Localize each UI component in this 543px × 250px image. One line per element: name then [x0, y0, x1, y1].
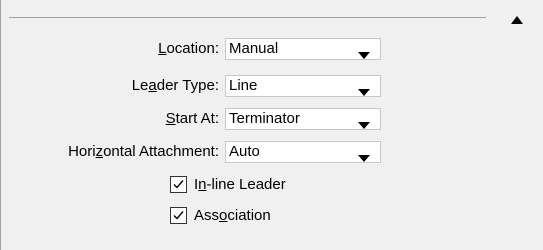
horizontal-attachment-value: Auto	[229, 143, 260, 160]
leader-type-row: Leader Type: Line	[0, 75, 543, 97]
leader-type-value: Line	[229, 77, 258, 94]
location-dropdown[interactable]: Manual	[225, 38, 381, 60]
inline-leader-checkbox[interactable]	[170, 176, 187, 193]
horizontal-attachment-dropdown[interactable]: Auto	[225, 141, 381, 163]
start-at-value: Terminator	[229, 110, 300, 127]
collapse-triangle-up-icon[interactable]	[509, 13, 525, 25]
association-checkbox[interactable]	[170, 207, 187, 224]
location-value: Manual	[229, 40, 279, 57]
inline-leader-checkbox-row[interactable]: In-line Leader	[170, 174, 370, 196]
location-row: Location: Manual	[0, 38, 543, 60]
dropdown-arrow-icon	[358, 116, 370, 129]
leader-settings-panel: Location: Manual Leader Type: Line Start…	[0, 0, 543, 250]
start-at-label: Start At:	[165, 110, 219, 127]
location-label: Location:	[158, 40, 219, 57]
leader-type-dropdown[interactable]: Line	[225, 75, 381, 97]
association-label: Association	[194, 207, 271, 224]
dropdown-arrow-icon	[358, 149, 370, 162]
checkmark-icon	[173, 180, 184, 189]
dropdown-arrow-icon	[358, 46, 370, 59]
checkmark-icon	[173, 211, 184, 220]
horizontal-attachment-row: Horizontal Attachment: Auto	[0, 141, 543, 163]
start-at-row: Start At: Terminator	[0, 108, 543, 130]
dropdown-arrow-icon	[358, 83, 370, 96]
section-divider	[9, 17, 486, 18]
leader-type-label: Leader Type:	[131, 77, 219, 94]
horizontal-attachment-label: Horizontal Attachment:	[68, 143, 219, 160]
start-at-dropdown[interactable]: Terminator	[225, 108, 381, 130]
association-checkbox-row[interactable]: Association	[170, 205, 370, 227]
inline-leader-label: In-line Leader	[194, 176, 286, 193]
